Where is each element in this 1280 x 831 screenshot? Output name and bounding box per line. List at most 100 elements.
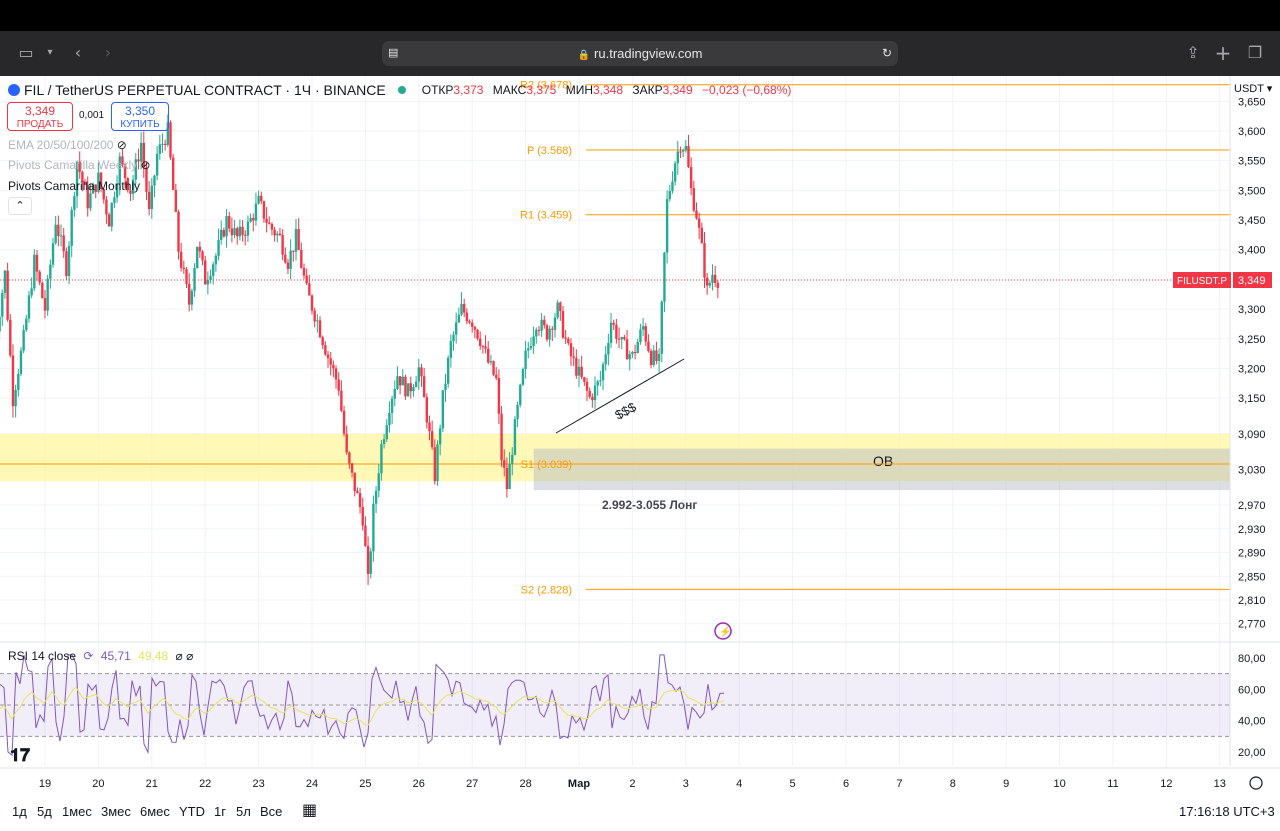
candle-body[interactable] xyxy=(262,201,266,219)
candle-body[interactable] xyxy=(326,354,330,359)
candle-body[interactable] xyxy=(681,150,685,152)
candle-body[interactable] xyxy=(0,316,1,332)
candle-body[interactable] xyxy=(476,329,479,339)
candle-body[interactable] xyxy=(711,274,714,284)
candle-body[interactable] xyxy=(497,377,501,414)
candle-body[interactable] xyxy=(612,322,615,325)
candle-body[interactable] xyxy=(238,226,242,237)
candle-body[interactable] xyxy=(161,143,164,145)
candle-body[interactable] xyxy=(236,228,239,237)
symbol-title[interactable]: FIL / TetherUS PERPETUAL CONTRACT · 1Ч ·… xyxy=(24,82,386,98)
collapse-legend-button[interactable]: ⌃ xyxy=(8,197,32,215)
eye-hidden-icon[interactable]: ⊘ xyxy=(141,158,151,172)
candle-body[interactable] xyxy=(9,319,12,356)
candle-body[interactable] xyxy=(527,348,530,351)
buy-button[interactable]: 3,350 КУПИТЬ xyxy=(111,102,169,131)
range-1m[interactable]: 1мес xyxy=(62,804,92,819)
candle-body[interactable] xyxy=(340,390,343,411)
candle-body[interactable] xyxy=(190,290,194,305)
candle-body[interactable] xyxy=(553,317,557,330)
candle-body[interactable] xyxy=(185,269,188,284)
candle-body[interactable] xyxy=(25,318,28,331)
candle-body[interactable] xyxy=(532,336,535,346)
candle-body[interactable] xyxy=(393,388,396,399)
candle-body[interactable] xyxy=(599,380,602,382)
indicator-pivots-monthly[interactable]: Pivots Camarilla Monthly xyxy=(8,179,140,193)
candle-body[interactable] xyxy=(438,428,442,445)
candle-body[interactable] xyxy=(73,196,76,210)
candle-body[interactable] xyxy=(441,390,445,429)
candle-body[interactable] xyxy=(414,381,418,388)
candle-body[interactable] xyxy=(657,353,661,361)
candle-body[interactable] xyxy=(305,275,308,284)
candle-body[interactable] xyxy=(639,329,642,342)
candle-body[interactable] xyxy=(644,326,647,342)
candle-body[interactable] xyxy=(155,153,159,176)
forward-icon[interactable]: › xyxy=(98,43,118,63)
candle-body[interactable] xyxy=(310,295,314,311)
candle-body[interactable] xyxy=(505,467,509,490)
candle-body[interactable] xyxy=(281,234,284,255)
candle-body[interactable] xyxy=(673,163,677,182)
range-1y[interactable]: 1г xyxy=(214,804,226,819)
candle-body[interactable] xyxy=(361,507,364,526)
candle-body[interactable] xyxy=(663,252,666,302)
candle-body[interactable] xyxy=(241,226,244,235)
candle-body[interactable] xyxy=(273,229,276,236)
chevron-down-icon[interactable]: ▾ xyxy=(40,43,60,63)
candle-body[interactable] xyxy=(179,251,183,268)
candle-body[interactable] xyxy=(382,439,386,445)
currency-selector[interactable]: USDT ▾ xyxy=(1234,82,1272,95)
candle-body[interactable] xyxy=(332,364,335,369)
candle-body[interactable] xyxy=(401,376,404,386)
candle-body[interactable] xyxy=(564,337,567,339)
candle-body[interactable] xyxy=(628,354,631,360)
candle-body[interactable] xyxy=(348,452,351,464)
candle-body[interactable] xyxy=(212,264,215,276)
candle-body[interactable] xyxy=(195,246,199,269)
candle-body[interactable] xyxy=(471,322,474,327)
candle-body[interactable] xyxy=(537,329,541,331)
candle-body[interactable] xyxy=(567,338,570,344)
candle-body[interactable] xyxy=(292,250,295,252)
candle-body[interactable] xyxy=(390,398,394,413)
candle-body[interactable] xyxy=(17,374,20,391)
candle-body[interactable] xyxy=(171,157,175,190)
candle-body[interactable] xyxy=(11,355,15,407)
candle-body[interactable] xyxy=(316,320,319,322)
candle-body[interactable] xyxy=(153,175,156,186)
candle-body[interactable] xyxy=(492,361,495,375)
candle-body[interactable] xyxy=(479,338,482,347)
candle-body[interactable] xyxy=(329,358,332,365)
candle-body[interactable] xyxy=(356,491,359,494)
candle-body[interactable] xyxy=(297,229,300,250)
candle-body[interactable] xyxy=(62,235,65,252)
date-range-icon[interactable]: ▦ xyxy=(302,800,317,819)
candle-body[interactable] xyxy=(318,320,322,338)
candle-body[interactable] xyxy=(89,193,92,209)
candle-body[interactable] xyxy=(206,280,210,285)
candle-body[interactable] xyxy=(585,381,589,391)
candle-body[interactable] xyxy=(59,235,63,237)
candle-body[interactable] xyxy=(580,366,583,378)
candle-body[interactable] xyxy=(110,203,113,227)
candle-body[interactable] xyxy=(500,413,503,461)
range-5y[interactable]: 5л xyxy=(236,804,251,819)
candle-body[interactable] xyxy=(697,218,701,228)
candle-body[interactable] xyxy=(105,199,108,215)
sidebar-icon[interactable]: ▭ xyxy=(16,43,36,63)
candle-body[interactable] xyxy=(350,463,354,473)
sell-button[interactable]: 3,349 ПРОДАТЬ xyxy=(7,102,73,131)
candle-body[interactable] xyxy=(428,422,431,432)
candle-body[interactable] xyxy=(543,319,546,326)
candle-body[interactable] xyxy=(209,275,212,281)
candle-body[interactable] xyxy=(521,369,525,385)
candle-body[interactable] xyxy=(607,342,610,355)
settings-icon[interactable]: ⟳ xyxy=(83,649,93,663)
candle-body[interactable] xyxy=(163,143,167,145)
candle-body[interactable] xyxy=(374,490,378,504)
candle-body[interactable] xyxy=(452,334,455,342)
candle-body[interactable] xyxy=(665,199,669,253)
candle-body[interactable] xyxy=(569,343,573,357)
candle-body[interactable] xyxy=(556,302,559,318)
